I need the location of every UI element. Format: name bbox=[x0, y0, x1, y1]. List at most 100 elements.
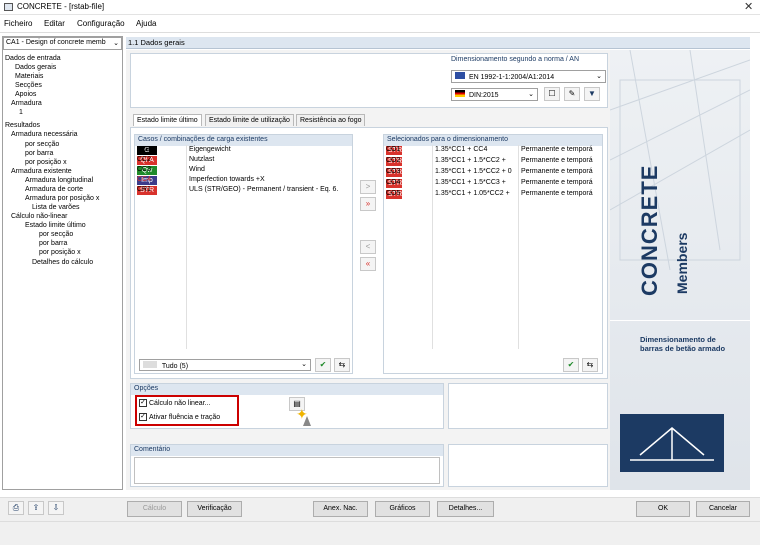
title-bar: CONCRETE - [rstab-file] ✕ bbox=[0, 0, 760, 15]
menu-configuracao[interactable]: Configuração bbox=[77, 19, 125, 28]
tree-item-nonlinear[interactable]: Cálculo não-linear bbox=[11, 213, 67, 220]
swatch-icon bbox=[143, 361, 157, 368]
graphics-button[interactable]: Gráficos bbox=[375, 501, 430, 517]
remove-selected-button[interactable]: < bbox=[360, 240, 376, 254]
close-icon[interactable]: ✕ bbox=[744, 0, 753, 13]
case-description: Imperfection towards +X bbox=[189, 176, 265, 183]
annex-select[interactable]: DIN:2015 ⌄ bbox=[451, 88, 538, 101]
filter-select[interactable]: Tudo (5) ⌄ bbox=[139, 359, 311, 371]
existing-cases-label: Casos / combinações de carga existentes bbox=[135, 135, 352, 146]
selected-cases-label: Selecionados para o dimensionamento bbox=[384, 135, 602, 146]
tree-item-longitudinal[interactable]: Armadura longitudinal bbox=[25, 177, 93, 184]
calculate-button[interactable]: Cálculo bbox=[127, 501, 182, 517]
options-label: Opções bbox=[131, 384, 443, 395]
select-all-icon[interactable]: ✔ bbox=[563, 358, 579, 372]
case-description: Nutzlast bbox=[189, 156, 215, 163]
standard-value: EN 1992-1-1:2004/A1:2014 bbox=[468, 74, 555, 81]
de-flag-icon bbox=[455, 90, 465, 97]
case-selector[interactable]: CA1 - Design of concrete memb ⌄ bbox=[3, 37, 122, 50]
case-description: ULS (STR/GEO) - Permanent / transient - … bbox=[189, 186, 339, 193]
annex-value: DIN:2015 bbox=[468, 92, 499, 99]
tab-sls[interactable]: Estado limite de utilização bbox=[205, 114, 294, 126]
tree-item-reinf-1[interactable]: 1 bbox=[19, 109, 23, 116]
tree-item-nl-section[interactable]: por secção bbox=[39, 231, 73, 238]
tree-item-by-x[interactable]: por posição x bbox=[25, 159, 67, 166]
brand-subtitle: Members bbox=[674, 232, 690, 294]
status-bar bbox=[0, 521, 760, 545]
situation-type: Permanente e temporá bbox=[521, 157, 593, 164]
tree-item-nl-x[interactable]: por posição x bbox=[39, 249, 81, 256]
tree-item-by-member[interactable]: por barra bbox=[25, 150, 53, 157]
brand-caption: Dimensionamento de barras de betão armad… bbox=[640, 335, 726, 353]
tree-item-results[interactable]: Resultados bbox=[5, 122, 40, 129]
add-all-button[interactable]: » bbox=[360, 197, 376, 211]
tree-item-details[interactable]: Detalhes do cálculo bbox=[32, 259, 93, 266]
combination-formula: 1.35*CC1 + 1.05*CC2 + bbox=[435, 190, 510, 197]
ok-button[interactable]: OK bbox=[636, 501, 690, 517]
combination-formula: 1.35*CC1 + 1.5*CC2 + 0 bbox=[435, 168, 512, 175]
remove-all-button[interactable]: « bbox=[360, 257, 376, 271]
standard-select[interactable]: EN 1992-1-1:2004/A1:2014 ⌄ bbox=[451, 70, 606, 83]
mouse-cursor-icon bbox=[303, 416, 311, 426]
column-divider bbox=[518, 145, 519, 349]
details-button[interactable]: Detalhes... bbox=[437, 501, 494, 517]
tree-item-uls[interactable]: Estado limite último bbox=[25, 222, 86, 229]
combination-formula: 1.35*CC1 + 1.5*CC3 + bbox=[435, 179, 506, 186]
tree-item-by-x-reinf[interactable]: Armadura por posição x bbox=[25, 195, 99, 202]
invert-selection-icon[interactable]: ⇆ bbox=[582, 358, 598, 372]
import-icon[interactable]: ⇩ bbox=[48, 501, 64, 515]
combination-formula: 1.35*CC1 + CC4 bbox=[435, 146, 488, 153]
invert-selection-icon[interactable]: ⇆ bbox=[334, 358, 350, 372]
situation-type: Permanente e temporá bbox=[521, 179, 593, 186]
comment-side-panel bbox=[448, 444, 608, 487]
filter-value: Tudo (5) bbox=[161, 363, 189, 370]
tree-item-input[interactable]: Dados de entrada bbox=[5, 55, 61, 62]
page-title: 1.1 Dados gerais bbox=[126, 37, 750, 49]
chevron-down-icon: ⌄ bbox=[596, 73, 602, 80]
options-detail-panel bbox=[448, 383, 608, 429]
product-banner: CONCRETE Members Dimensionamento de barr… bbox=[610, 50, 750, 490]
tree-item-by-section[interactable]: por secção bbox=[25, 141, 59, 148]
combination-formula: 1.35*CC1 + 1.5*CC2 + bbox=[435, 157, 506, 164]
tree-item-materials[interactable]: Materiais bbox=[15, 73, 43, 80]
menu-editar[interactable]: Editar bbox=[44, 19, 65, 28]
creep-checkbox[interactable]: ✓ Ativar fluência e tração bbox=[139, 413, 220, 421]
chevron-down-icon: ⌄ bbox=[301, 361, 307, 368]
chevron-down-icon: ⌄ bbox=[113, 40, 119, 47]
tree-item-nl-member[interactable]: por barra bbox=[39, 240, 67, 247]
norm-label: Dimensionamento segundo a norma / AN bbox=[451, 56, 580, 63]
situation-type: Permanente e temporá bbox=[521, 146, 593, 153]
app-icon bbox=[4, 3, 13, 11]
edit-annex-button[interactable]: ✎ bbox=[564, 87, 580, 101]
comment-label: Comentário bbox=[131, 445, 443, 456]
nonlinear-checkbox[interactable]: ✓ Cálculo não linear... bbox=[139, 399, 210, 407]
check-icon: ✓ bbox=[139, 413, 147, 421]
new-annex-button[interactable]: ☐ bbox=[544, 87, 560, 101]
tab-fire[interactable]: Resistência ao fogo bbox=[296, 114, 366, 126]
tree-item-reinforcement[interactable]: Armadura bbox=[11, 100, 42, 107]
national-annex-button[interactable]: Anex. Nac. bbox=[313, 501, 368, 517]
comment-input[interactable] bbox=[134, 457, 440, 484]
tree-item-sections[interactable]: Secções bbox=[15, 82, 42, 89]
menu-bar: Ficheiro Editar Configuração Ajuda bbox=[0, 15, 760, 33]
export-icon[interactable]: ⇪ bbox=[28, 501, 44, 515]
case-selector-value: CA1 - Design of concrete memb bbox=[6, 39, 106, 46]
situation-type: Permanente e temporá bbox=[521, 190, 593, 197]
print-icon[interactable]: ⎙ bbox=[8, 501, 24, 515]
tab-uls[interactable]: Estado limite último bbox=[133, 114, 202, 126]
menu-ficheiro[interactable]: Ficheiro bbox=[4, 19, 32, 28]
select-all-icon[interactable]: ✔ bbox=[315, 358, 331, 372]
filter-icon[interactable]: ▼ bbox=[584, 87, 600, 101]
menu-ajuda[interactable]: Ajuda bbox=[136, 19, 156, 28]
tree-item-general[interactable]: Dados gerais bbox=[15, 64, 56, 71]
tree-item-provided[interactable]: Armadura existente bbox=[11, 168, 72, 175]
cancel-button[interactable]: Cancelar bbox=[696, 501, 750, 517]
add-selected-button[interactable]: > bbox=[360, 180, 376, 194]
existing-cases-list: Casos / combinações de carga existentes bbox=[134, 134, 353, 374]
column-divider bbox=[432, 145, 433, 349]
verify-button[interactable]: Verificação bbox=[187, 501, 242, 517]
tree-item-shear[interactable]: Armadura de corte bbox=[25, 186, 83, 193]
tree-item-bar-list[interactable]: Lista de varões bbox=[32, 204, 79, 211]
tree-item-required[interactable]: Armadura necessária bbox=[11, 131, 78, 138]
tree-item-supports[interactable]: Apoios bbox=[15, 91, 36, 98]
